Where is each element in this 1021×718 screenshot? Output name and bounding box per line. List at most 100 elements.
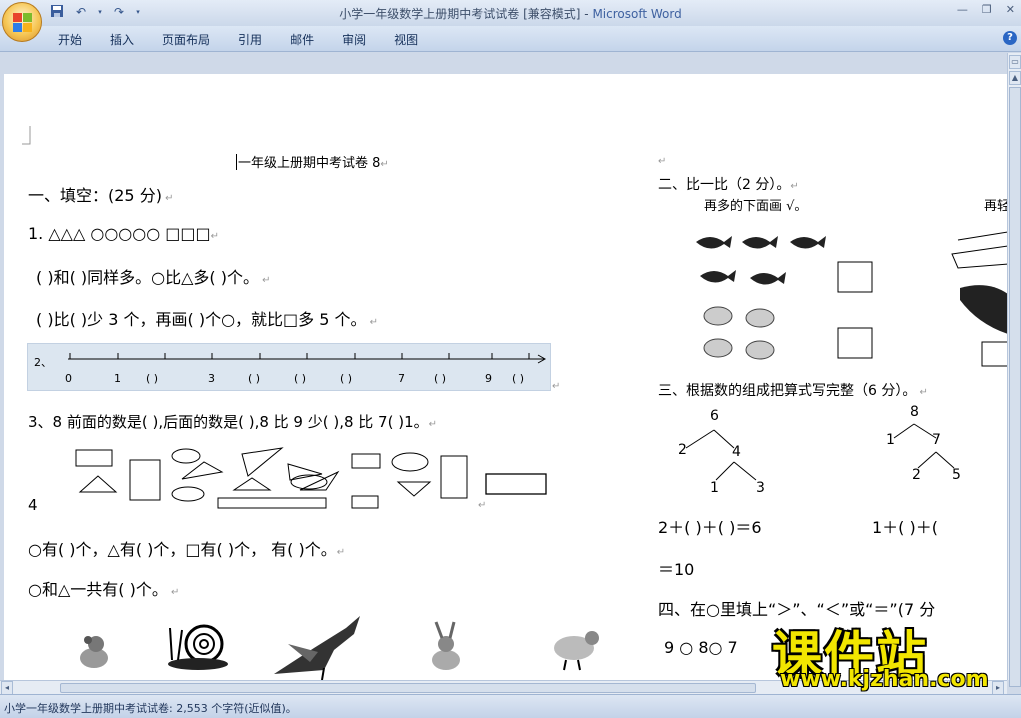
bird-icon: [745, 308, 775, 328]
tab-mailings[interactable]: 邮件: [290, 31, 314, 48]
document-title: 小学一年级数学上册期中考试试卷 [兼容模式]: [339, 7, 581, 21]
exam-title-text: 一年级上册期中考试卷 8: [238, 156, 381, 171]
tab-page-layout[interactable]: 页面布局: [162, 31, 210, 48]
paragraph-mark: ↵: [916, 387, 928, 398]
tree1-left: 2: [678, 442, 687, 458]
q1-line-b-text: ( )比( )少 3 个，再画( )个○，就比□多 5 个。: [36, 310, 367, 329]
section3-heading-text: 三、根据数的组成把算式写完整（6 分）。: [658, 383, 917, 399]
puppy-icon: [80, 636, 108, 668]
ruler-toggle-icon[interactable]: ▭: [1009, 55, 1021, 69]
title-separator: -: [580, 7, 593, 21]
paragraph-mark: ↵: [478, 500, 487, 511]
margin-corner-mark: [22, 126, 31, 145]
section2-instruction: 再多的下面画 √。: [704, 199, 808, 214]
window-controls: — ❐ ✕: [957, 3, 1015, 16]
q1-line-a: ( )和( )同样多。○比△多( )个。 ↵: [36, 264, 271, 288]
help-icon[interactable]: ?: [1003, 31, 1017, 45]
paragraph-mark: ↵: [336, 547, 346, 558]
snail-icon: [168, 624, 228, 670]
q4-line-a-text: ○有( )个，△有( )个，□有( )个， 有( )个。: [28, 540, 337, 559]
tree1-top: 6: [710, 408, 719, 424]
section1-heading: 一、填空：(25 分) ↵: [28, 182, 174, 206]
fish-icon: [700, 270, 736, 283]
paragraph-mark: ↵: [210, 231, 219, 242]
q4-line-a: ○有( )个，△有( )个，□有( )个， 有( )个。↵: [28, 536, 345, 560]
animal-pictures: [80, 616, 599, 680]
section3-heading: 三、根据数的组成把算式写完整（6 分）。 ↵: [658, 380, 928, 400]
paragraph-mark: ↵: [428, 419, 437, 430]
ribbon: 开始 插入 页面布局 引用 邮件 审阅 视图 ?: [0, 26, 1021, 52]
tree1-bottom-right: 3: [756, 480, 765, 496]
paragraph-mark: ↵: [161, 193, 174, 204]
paragraph-mark: ↵: [658, 156, 667, 167]
equation-3: ＝10: [658, 560, 695, 579]
restore-button[interactable]: ❐: [982, 3, 992, 16]
scroll-left-icon[interactable]: ◂: [1, 681, 13, 695]
bird-icon: [703, 306, 733, 326]
fish-icon: [696, 236, 732, 249]
numberline-blank: ( ): [434, 372, 447, 385]
close-button[interactable]: ✕: [1006, 3, 1015, 16]
tree1-mid: 4: [732, 444, 741, 460]
numberline-blank: ( ): [248, 372, 261, 385]
title-bar: ↶ ▾ ↷ ▾ 小学一年级数学上册期中考试试卷 [兼容模式] - Microso…: [0, 0, 1021, 26]
section4-question: 9 ○ 8○ 7: [664, 638, 738, 657]
paragraph-mark: ↵: [790, 181, 799, 192]
minimize-button[interactable]: —: [957, 3, 968, 16]
tab-references[interactable]: 引用: [238, 31, 262, 48]
office-logo-icon: [13, 13, 32, 32]
numberline-blank: ( ): [340, 372, 353, 385]
numberline-blank: ( ): [512, 372, 525, 385]
q4-number: 4: [28, 496, 38, 514]
paragraph-mark: ↵: [366, 317, 379, 328]
q3-text: 3、8 前面的数是( ),后面的数是( ),8 比 9 少( ),8 比 7( …: [28, 413, 429, 431]
tab-insert[interactable]: 插入: [110, 31, 134, 48]
paragraph-mark: ↵: [380, 159, 389, 170]
fish-icon: [750, 272, 786, 285]
scroll-up-icon[interactable]: ▲: [1009, 71, 1021, 85]
section2-heading-text: 二、比一比（2 分）。: [658, 177, 791, 193]
ribbon-tabs: 开始 插入 页面布局 引用 邮件 审阅 视图: [58, 31, 446, 48]
office-button[interactable]: [2, 2, 42, 42]
status-word-count[interactable]: 小学一年级数学上册期中考试试卷: 2,553 个字符(近似值)。: [4, 700, 297, 716]
paragraph-mark: ↵: [258, 275, 271, 286]
q3: 3、8 前面的数是( ),后面的数是( ),8 比 9 少( ),8 比 7( …: [28, 411, 437, 432]
app-name: Microsoft Word: [592, 7, 682, 21]
paragraph-mark: ↵: [552, 381, 561, 392]
answer-box: [837, 261, 873, 293]
q1-line-a-text: ( )和( )同样多。○比△多( )个。: [36, 268, 259, 287]
numberline-blank: ( ): [146, 372, 159, 385]
site-watermark: 课件站 www.kjzhan.com: [772, 615, 1017, 693]
status-bar: 小学一年级数学上册期中考试试卷: 2,553 个字符(近似值)。: [0, 694, 1021, 718]
numberline-label: 7: [398, 372, 405, 385]
text-cursor: [236, 154, 237, 170]
rabbit-icon: [432, 621, 460, 670]
watermark-url: www.kjzhan.com: [780, 667, 989, 692]
exam-title: 一年级上册期中考试卷 8↵: [236, 152, 389, 171]
equation-2: 1＋( )＋(: [872, 518, 938, 537]
partial-figure: [951, 231, 1007, 367]
q1-line-b: ( )比( )少 3 个，再画( )个○，就比□多 5 个。 ↵: [36, 306, 378, 330]
q1-shapes: 1. △△△ ○○○○○ □□□↵: [28, 224, 219, 243]
q1-shapes-text: 1. △△△ ○○○○○ □□□: [28, 224, 211, 243]
equation-1: 2＋( )＋( )＝6: [658, 518, 762, 537]
section2-instruction-cut: 再轻: [984, 199, 1007, 214]
tab-home[interactable]: 开始: [58, 31, 82, 48]
eagle-icon: [274, 616, 360, 680]
q4-line-b: ○和△一共有( )个。 ↵: [28, 576, 179, 600]
vertical-scroll-thumb[interactable]: [1009, 87, 1021, 687]
numberline-label: 1: [114, 372, 121, 385]
numberline-blank: ( ): [294, 372, 307, 385]
numberline-label: 0: [65, 372, 72, 385]
bird-icon: [703, 338, 733, 358]
vertical-scrollbar[interactable]: ▭ ▲: [1007, 53, 1021, 687]
document-page[interactable]: 一年级上册期中考试卷 8↵ 一、填空：(25 分) ↵ 1. △△△ ○○○○○…: [4, 74, 1007, 680]
answer-box: [837, 327, 873, 359]
tab-review[interactable]: 审阅: [342, 31, 366, 48]
tree2-left: 1: [886, 432, 895, 448]
paragraph-mark: ↵: [167, 587, 180, 598]
tab-view[interactable]: 视图: [394, 31, 418, 48]
tree2-bottom-left: 2: [912, 467, 921, 483]
horizontal-scroll-thumb[interactable]: [60, 683, 756, 693]
section1-heading-text: 一、填空：(25 分): [28, 186, 162, 205]
